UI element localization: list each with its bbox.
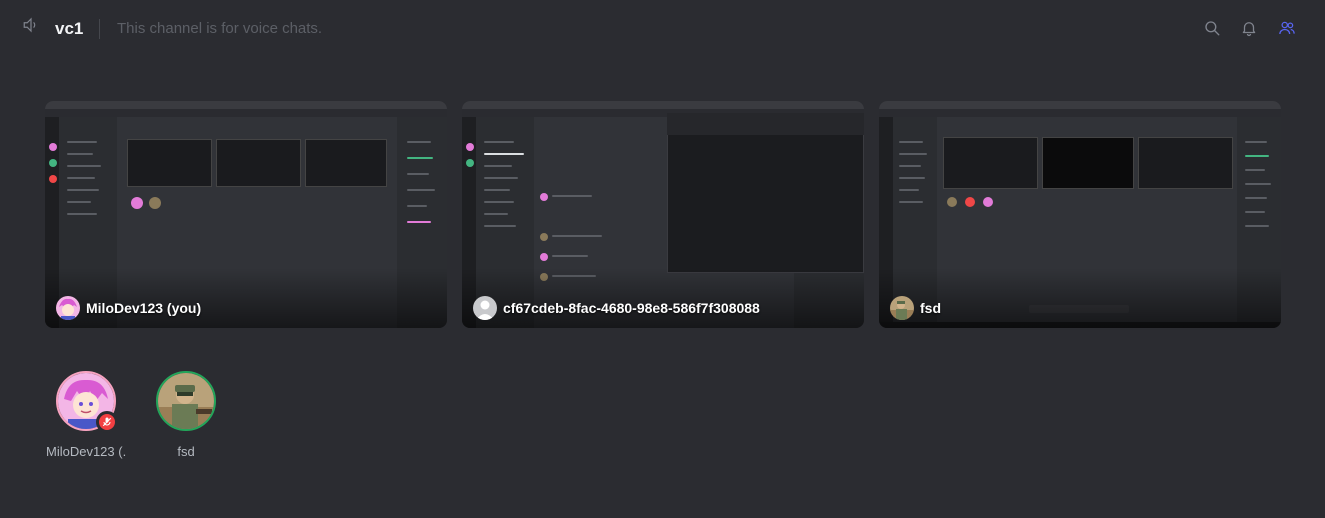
header-divider	[99, 19, 100, 39]
avatar-ring	[156, 371, 216, 431]
stream-owner-name: fsd	[920, 300, 941, 316]
avatar	[890, 296, 914, 320]
channel-header: vc1 This channel is for voice chats.	[0, 0, 1325, 58]
participant-name: MiloDev123 (...	[46, 444, 126, 459]
participant-tile[interactable]: fsd	[146, 371, 226, 459]
participant-name: fsd	[177, 444, 195, 459]
avatar-ring	[56, 371, 118, 433]
channel-topic: This channel is for voice chats.	[117, 20, 323, 37]
avatar	[158, 373, 214, 429]
stream-label: cf67cdeb-8fac-4680-98e8-586f7f308088	[473, 296, 760, 320]
stream-owner-name: MiloDev123 (you)	[86, 300, 202, 316]
stream-tile[interactable]: fsd	[879, 101, 1281, 328]
stream-label: MiloDev123 (you)	[56, 296, 201, 320]
speaker-icon	[23, 17, 36, 33]
stream-tile[interactable]: MiloDev123 (you)	[45, 101, 447, 328]
stream-tile[interactable]: cf67cdeb-8fac-4680-98e8-586f7f308088	[462, 101, 864, 328]
search-icon[interactable]	[1203, 19, 1221, 37]
avatar	[473, 296, 497, 320]
members-icon[interactable]	[1278, 19, 1296, 37]
channel-name: vc1	[55, 19, 84, 38]
avatar	[56, 296, 80, 320]
muted-icon	[96, 411, 118, 433]
stream-owner-name: cf67cdeb-8fac-4680-98e8-586f7f308088	[503, 300, 760, 316]
stream-label: fsd	[890, 296, 941, 320]
participant-tile[interactable]: MiloDev123 (...	[46, 371, 126, 459]
bell-icon[interactable]	[1240, 19, 1258, 37]
